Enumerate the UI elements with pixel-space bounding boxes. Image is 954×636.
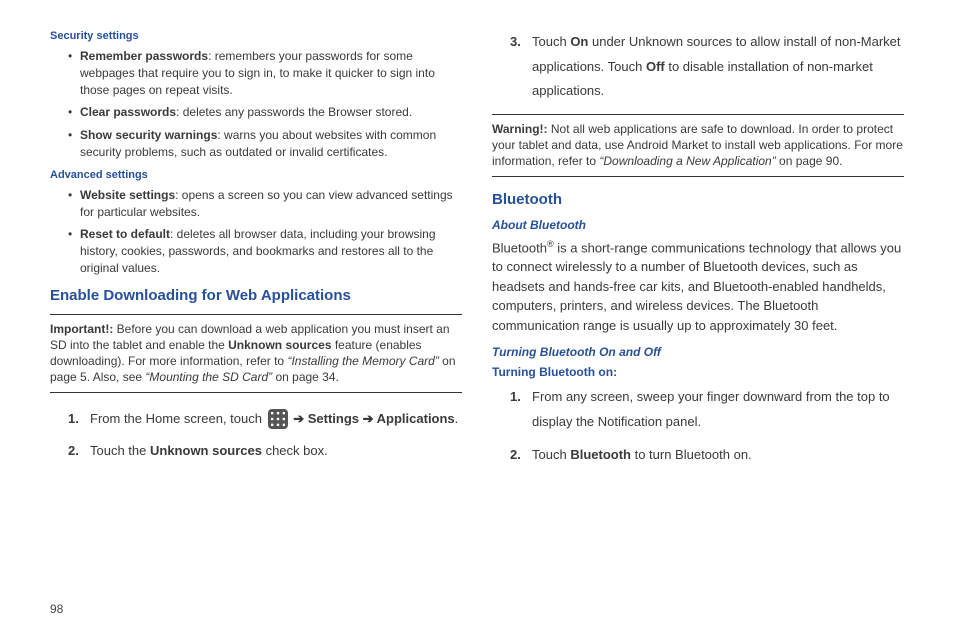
right-steps-continued: Touch On under Unknown sources to allow …: [510, 30, 904, 104]
important-label: Important!:: [50, 322, 113, 336]
registered-mark: ®: [547, 239, 554, 249]
bullet-show-warnings: Show security warnings: warns you about …: [80, 127, 462, 161]
advanced-settings-heading: Advanced settings: [50, 169, 462, 181]
page-number: 98: [50, 602, 904, 616]
warning-note: Warning!: Not all web applications are s…: [492, 114, 904, 177]
security-settings-heading: Security settings: [50, 30, 462, 42]
step-2: Touch the Unknown sources check box.: [68, 439, 462, 464]
left-column: Security settings Remember passwords: re…: [50, 30, 462, 592]
apps-grid-icon: [268, 409, 288, 429]
security-bullets: Remember passwords: remembers your passw…: [80, 48, 462, 161]
important-note: Important!: Before you can download a we…: [50, 314, 462, 393]
bluetooth-heading: Bluetooth: [492, 191, 904, 208]
bullet-reset-default: Reset to default: deletes all browser da…: [80, 226, 462, 276]
turning-on-heading: Turning Bluetooth on:: [492, 365, 904, 379]
bluetooth-description: Bluetooth® is a short-range communicatio…: [492, 238, 904, 336]
advanced-bullets: Website settings: opens a screen so you …: [80, 187, 462, 277]
warning-label: Warning!:: [492, 122, 548, 136]
bt-step-2: Touch Bluetooth to turn Bluetooth on.: [510, 443, 904, 468]
right-column: Touch On under Unknown sources to allow …: [492, 30, 904, 592]
left-steps: From the Home screen, touch ➔ Settings ➔…: [68, 407, 462, 464]
step-1: From the Home screen, touch ➔ Settings ➔…: [68, 407, 462, 432]
bullet-website-settings: Website settings: opens a screen so you …: [80, 187, 462, 221]
bullet-clear-passwords: Clear passwords: deletes any passwords t…: [80, 104, 462, 121]
bluetooth-steps: From any screen, sweep your finger downw…: [510, 385, 904, 467]
about-bluetooth-heading: About Bluetooth: [492, 218, 904, 232]
step-3: Touch On under Unknown sources to allow …: [510, 30, 904, 104]
bullet-remember-passwords: Remember passwords: remembers your passw…: [80, 48, 462, 98]
enable-downloading-heading: Enable Downloading for Web Applications: [50, 287, 462, 304]
turning-bluetooth-heading: Turning Bluetooth On and Off: [492, 345, 904, 359]
bt-step-1: From any screen, sweep your finger downw…: [510, 385, 904, 434]
